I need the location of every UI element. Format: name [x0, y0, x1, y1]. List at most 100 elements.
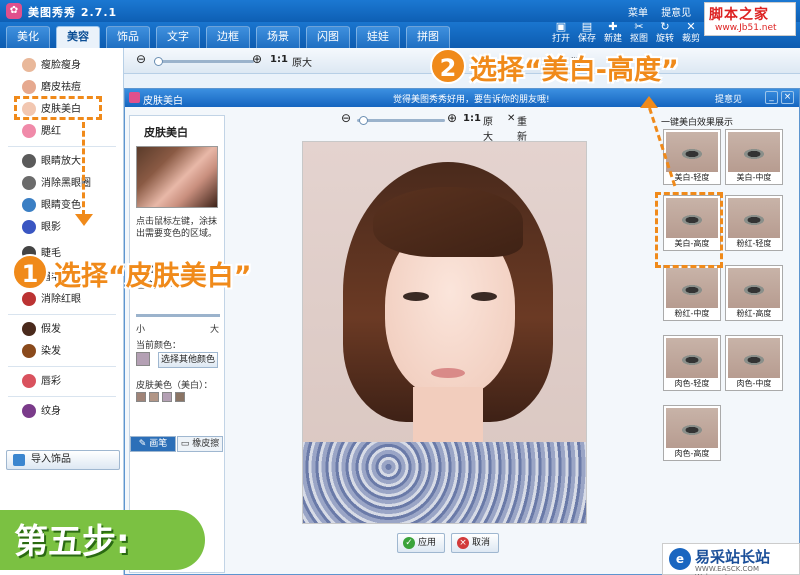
dialog-zoom-out-icon[interactable]: ⊖ [341, 111, 351, 125]
photo-canvas[interactable] [302, 141, 587, 524]
effect-flesh-light[interactable]: 肉色-轻度 [663, 335, 721, 391]
effects-title: 一键美白效果展示 [661, 118, 734, 128]
sidebar-item-smooth-skin[interactable]: 磨皮祛痘 [4, 78, 120, 98]
photo-neck [413, 387, 483, 447]
menu-link[interactable]: 菜单 [628, 8, 648, 19]
current-color-label: 当前颜色： [136, 341, 182, 351]
app-logo-icon: ✿ [6, 3, 22, 19]
sidebar-item-lip-color[interactable]: 唇彩 [4, 372, 120, 392]
watermark-bottom-main: 易采站长站 [695, 548, 771, 566]
panel-description: 点击鼠标左键，涂抹出需要变色的区域。 [136, 217, 218, 239]
rotate-icon: ↻ [660, 20, 670, 33]
watermark-top-sub: www.Jb51.net [715, 23, 777, 33]
sidebar-item-eye-enlarge[interactable]: 眼睛放大 [4, 152, 120, 172]
effects-grid: 美白-轻度 美白-中度 美白-高度 粉红-轻度 粉红-中度 粉红-高度 肉色-轻… [659, 129, 799, 529]
sidebar-item-blush[interactable]: 腮红 [4, 122, 120, 142]
skin-swatch-3[interactable] [162, 392, 172, 402]
dialog-zoom-ratio-label[interactable]: 原大 [483, 113, 493, 143]
effect-thumbnail [728, 268, 780, 308]
tab-doll[interactable]: 娃娃 [356, 26, 400, 48]
tab-scene[interactable]: 场景 [256, 26, 300, 48]
step-banner-text: 第五步: [14, 522, 130, 562]
apply-icon: ✓ [403, 537, 415, 549]
skin-whitening-dialog: 皮肤美白 觉得美图秀秀好用，要告诉你的朋友哦! 提意见 _ × ⊖ ⊕ 1:1 … [124, 88, 800, 575]
tab-decoration[interactable]: 饰品 [106, 26, 150, 48]
effect-pink-medium[interactable]: 粉红-中度 [663, 265, 721, 321]
brush-size-slider[interactable] [136, 314, 220, 317]
tab-text[interactable]: 文字 [156, 26, 200, 48]
tool-tabs: ✎ 画笔 ▭ 橡皮擦 [130, 436, 224, 452]
main-zoom-slider-knob[interactable] [154, 57, 163, 66]
lip-color-icon [22, 374, 36, 388]
brush-tab[interactable]: ✎ 画笔 [130, 436, 176, 452]
reset-icon[interactable]: ✕ [507, 113, 515, 124]
dark-circles-icon [22, 176, 36, 190]
zoom-out-icon[interactable]: ⊖ [136, 52, 146, 66]
tattoo-icon [22, 404, 36, 418]
dialog-feedback-link[interactable]: 提意见 [715, 92, 742, 105]
save-icon: ▤ [581, 20, 593, 33]
import-decoration-button[interactable]: 导入饰品 [6, 450, 120, 470]
sidebar-item-dark-circles[interactable]: 消除黑眼圈 [4, 174, 120, 194]
skin-swatch-1[interactable] [136, 392, 146, 402]
effect-flesh-high[interactable]: 肉色-高度 [663, 405, 721, 461]
crop-button[interactable]: ✕ 裁剪 [678, 20, 704, 45]
dialog-zoom-slider[interactable] [357, 119, 445, 122]
effect-thumbnail [666, 132, 718, 172]
save-button[interactable]: ▤ 保存 [574, 20, 600, 45]
skin-swatch-2[interactable] [149, 392, 159, 402]
effect-pink-high[interactable]: 粉红-高度 [725, 265, 783, 321]
effect-pink-light[interactable]: 粉红-轻度 [725, 195, 783, 251]
tab-cosmetic[interactable]: 美容 [56, 26, 100, 48]
dialog-zoom-in-icon[interactable]: ⊕ [447, 111, 457, 125]
sidebar-item-hair-dye[interactable]: 染发 [4, 342, 120, 362]
site-logo-icon: e [669, 548, 691, 570]
skin-swatch-4[interactable] [175, 392, 185, 402]
eraser-tab[interactable]: ▭ 橡皮擦 [177, 436, 223, 452]
effect-thumbnail [728, 132, 780, 172]
sidebar-item-slim-face[interactable]: 瘦脸瘦身 [4, 56, 120, 76]
sidebar-item-tattoo[interactable]: 纹身 [4, 402, 120, 422]
watermark-top-main: 脚本之家 [709, 7, 769, 23]
eye-shadow-icon [22, 220, 36, 234]
main-zoom-ratio: 1:1 [270, 54, 288, 65]
tab-beautify[interactable]: 美化 [6, 26, 50, 48]
tab-flash[interactable]: 闪图 [306, 26, 350, 48]
step2-text: 选择“美白-高度” [470, 55, 679, 86]
brush-size-small: 小 [136, 325, 146, 335]
rotate-button[interactable]: ↻ 旋转 [652, 20, 678, 45]
smooth-skin-icon [22, 80, 36, 94]
main-zoom-ratio-label[interactable]: 原大 [292, 54, 312, 69]
step1-number: 1 [12, 254, 48, 290]
sidebar-item-red-eye[interactable]: 消除红眼 [4, 290, 120, 310]
feedback-link[interactable]: 提意见 [661, 8, 691, 19]
cutout-button[interactable]: ✂ 抠图 [626, 20, 652, 45]
close-icon[interactable]: × [781, 91, 794, 104]
photo-lips [431, 368, 465, 378]
step1-text: 选择“皮肤美白” [54, 261, 252, 292]
step2-number: 2 [430, 48, 466, 84]
new-button[interactable]: ✚ 新建 [600, 20, 626, 45]
import-icon [13, 454, 25, 466]
apply-button[interactable]: ✓ 应用 [397, 533, 445, 553]
watermark-bottom-sub: WWW.EASCK.COM Webmaster [695, 565, 759, 575]
sidebar-item-eye-color[interactable]: 眼睛变色 [4, 196, 120, 216]
zoom-in-icon[interactable]: ⊕ [252, 52, 262, 66]
sidebar-item-eye-shadow[interactable]: 眼影 [4, 218, 120, 238]
dialog-subtitle: 觉得美图秀秀好用，要告诉你的朋友哦! [393, 95, 550, 105]
effect-whitening-medium[interactable]: 美白-中度 [725, 129, 783, 185]
main-zoom-slider[interactable] [154, 60, 254, 63]
app-title: 美图秀秀 2.7.1 [28, 6, 118, 19]
open-button[interactable]: ▣ 打开 [548, 20, 574, 45]
cancel-button[interactable]: × 取消 [451, 533, 499, 553]
choose-other-color-button[interactable]: 选择其他颜色 [158, 352, 218, 368]
eye-enlarge-icon [22, 154, 36, 168]
effect-flesh-medium[interactable]: 肉色-中度 [725, 335, 783, 391]
sidebar-item-wig[interactable]: 假发 [4, 320, 120, 340]
tab-border[interactable]: 边框 [206, 26, 250, 48]
minimize-icon[interactable]: _ [765, 91, 778, 104]
sidebar-divider [8, 396, 116, 397]
dialog-zoom-slider-knob[interactable] [359, 116, 368, 125]
brush-icon: ✎ [138, 439, 147, 449]
tab-collage[interactable]: 拼图 [406, 26, 450, 48]
